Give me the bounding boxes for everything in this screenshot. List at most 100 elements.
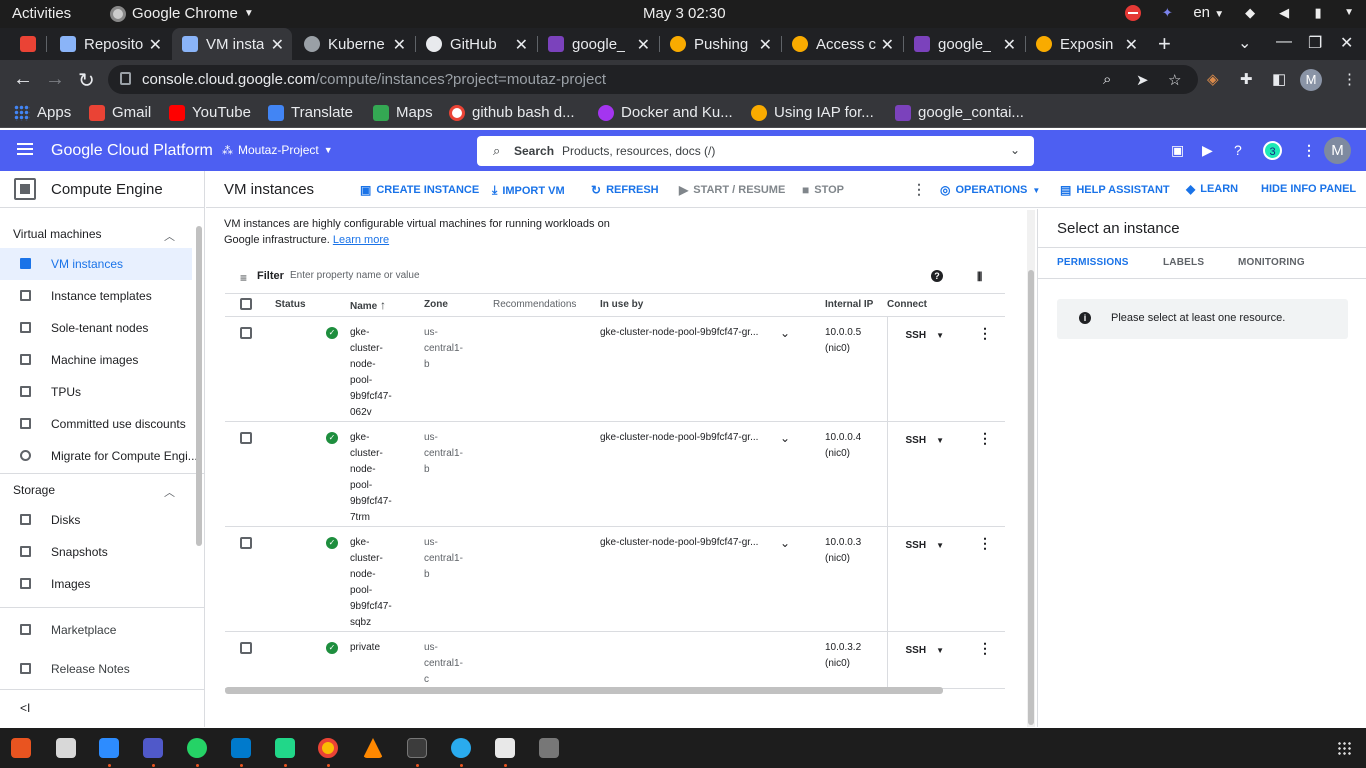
files-icon[interactable]	[56, 738, 76, 758]
import-vm-button[interactable]: ⤓ IMPORT VM	[492, 183, 565, 198]
sidebar-item-sole-tenant-nodes[interactable]: Sole-tenant nodes	[0, 312, 192, 344]
close-icon[interactable]: ✕	[393, 35, 406, 55]
tab-labels[interactable]: LABELS	[1163, 257, 1204, 268]
row-more-vert-icon[interactable]: ⋮	[978, 535, 992, 551]
language-indicator[interactable]: en ▼	[1193, 4, 1224, 21]
tab-repository[interactable]: Reposito ✕	[50, 28, 170, 60]
bookmark-iap[interactable]: Using IAP for...	[751, 104, 874, 121]
table-row[interactable]: ✓ gke-cluster-node-pool- 9b9fcf47- 062v us…	[225, 316, 1005, 422]
bookmark-google-container[interactable]: google_contai...	[895, 104, 1024, 121]
close-icon[interactable]: ✕	[1125, 35, 1138, 55]
close-icon[interactable]: ✕	[515, 35, 528, 55]
chevron-down-icon[interactable]: ⌄	[780, 421, 825, 527]
learn-button[interactable]: ◆ LEARN	[1186, 182, 1238, 196]
table-row[interactable]: ✓ gke-cluster-node-pool- 9b9fcf47- sqbz us…	[225, 526, 1005, 632]
help-assistant-button[interactable]: ▤ HELP ASSISTANT	[1060, 183, 1170, 197]
ssh-dropdown-icon[interactable]: ▼	[936, 541, 944, 550]
bookmark-github-bash[interactable]: github bash d...	[449, 104, 575, 121]
app-menu[interactable]: Google Chrome ▼	[110, 5, 254, 22]
teams-icon[interactable]	[143, 738, 163, 758]
clock[interactable]: May 3 02:30	[643, 5, 726, 22]
tab-google-terraform-1[interactable]: google_ ✕	[538, 28, 658, 60]
sidebar-item-vm-instances[interactable]: VM instances	[0, 248, 192, 280]
bookmark-gmail[interactable]: Gmail	[89, 104, 151, 121]
chevron-up-icon[interactable]: ︿	[164, 484, 175, 500]
tab-kubernetes[interactable]: Kuberne ✕	[294, 28, 414, 60]
column-display-icon[interactable]: ⦀	[977, 270, 982, 285]
gcp-brand[interactable]: Google Cloud Platform	[51, 142, 213, 160]
tab-access[interactable]: Access c ✕	[782, 28, 902, 60]
stop-button[interactable]: ■ STOP	[802, 183, 844, 197]
tab-gmail[interactable]	[10, 28, 46, 60]
section-virtual-machines[interactable]: Virtual machines	[13, 227, 102, 241]
close-icon[interactable]: ✕	[271, 35, 284, 55]
header-zone[interactable]: Zone	[424, 294, 493, 317]
account-avatar[interactable]: M	[1324, 137, 1351, 164]
show-apps-icon[interactable]	[1337, 741, 1351, 755]
help-icon[interactable]: ?	[1234, 142, 1242, 158]
row-checkbox[interactable]	[240, 326, 252, 339]
system-tray[interactable]: ✦ en ▼ ◆ ◀ ▮ ▼	[1125, 4, 1354, 21]
menu-icon[interactable]	[17, 143, 33, 155]
chevron-down-icon[interactable]: ⌄	[1010, 143, 1020, 157]
filter-input[interactable]: Enter property name or value	[290, 270, 420, 281]
close-icon[interactable]: ✕	[149, 35, 162, 55]
more-vert-icon[interactable]: ⋮	[912, 181, 926, 198]
vscode-icon[interactable]	[231, 738, 251, 758]
chevron-down-icon[interactable]: ⌄	[780, 526, 825, 632]
profile-avatar[interactable]: M	[1300, 69, 1322, 91]
bookmark-apps[interactable]: Apps	[14, 104, 71, 121]
ssh-dropdown-icon[interactable]: ▼	[936, 646, 944, 655]
maximize-icon[interactable]: ❐	[1308, 33, 1322, 53]
start-resume-button[interactable]: ▶ START / RESUME	[679, 183, 785, 197]
create-instance-button[interactable]: ▣ CREATE INSTANCE	[360, 183, 479, 197]
sidebar-item-snapshots[interactable]: Snapshots	[0, 536, 192, 568]
row-checkbox[interactable]	[240, 536, 252, 549]
telegram-icon[interactable]	[451, 738, 471, 758]
header-internal-ip[interactable]: Internal IP	[825, 294, 887, 317]
project-selector[interactable]: ⁂ Moutaz-Project ▼	[222, 143, 333, 157]
close-icon[interactable]: ✕	[637, 35, 650, 55]
tab-google-terraform-2[interactable]: google_ ✕	[904, 28, 1024, 60]
row-name-link[interactable]: gke-cluster-node-pool- 9b9fcf47- sqbz	[350, 526, 424, 632]
row-checkbox[interactable]	[240, 431, 252, 444]
software-icon[interactable]	[11, 738, 31, 758]
tab-permissions[interactable]: PERMISSIONS	[1057, 257, 1129, 268]
help-icon[interactable]: ?	[931, 270, 943, 282]
section-storage[interactable]: Storage	[13, 483, 55, 497]
sidebar-scrollbar[interactable]	[196, 226, 202, 546]
bookmark-star-icon[interactable]: ☆	[1168, 71, 1181, 89]
row-name-link[interactable]: private	[350, 631, 424, 689]
writer-icon[interactable]	[495, 738, 515, 758]
extension-icon[interactable]: ◈	[1207, 70, 1219, 88]
activities-button[interactable]: Activities	[12, 5, 71, 22]
row-in-use-by[interactable]: gke-cluster-node-pool-9b9fcf47-gr...	[600, 421, 780, 527]
minimize-icon[interactable]: —	[1276, 33, 1292, 51]
back-arrow-icon[interactable]: ←	[13, 68, 33, 91]
ssh-button[interactable]: SSH	[906, 645, 927, 656]
ssh-dropdown-icon[interactable]: ▼	[936, 331, 944, 340]
select-all-checkbox[interactable]	[240, 298, 252, 311]
ssh-button[interactable]: SSH	[906, 540, 927, 551]
row-more-vert-icon[interactable]: ⋮	[978, 640, 992, 656]
close-window-icon[interactable]: ✕	[1340, 33, 1353, 53]
close-icon[interactable]: ✕	[1003, 35, 1016, 55]
row-in-use-by[interactable]: gke-cluster-node-pool-9b9fcf47-gr...	[600, 526, 780, 632]
table-horizontal-scrollbar[interactable]	[225, 687, 943, 694]
tab-monitoring[interactable]: MONITORING	[1238, 257, 1305, 268]
bookmark-youtube[interactable]: YouTube	[169, 104, 251, 121]
tab-vm-instances[interactable]: VM insta ✕	[172, 28, 292, 60]
tab-github[interactable]: GitHub ✕	[416, 28, 536, 60]
header-status[interactable]: Status	[275, 294, 350, 317]
chevron-up-icon[interactable]: ︿	[164, 228, 175, 244]
filter-bar[interactable]: ≡ Filter Enter property name or value ? …	[225, 262, 1005, 294]
drive-icon[interactable]	[539, 738, 559, 758]
cloud-shell-icon[interactable]: ▶	[1202, 142, 1213, 159]
puzzle-extensions-icon[interactable]: ✚	[1240, 70, 1253, 88]
more-vert-icon[interactable]: ⋮	[1302, 142, 1316, 159]
row-name-link[interactable]: gke-cluster-node-pool- 9b9fcf47- 062v	[350, 316, 424, 422]
learn-more-link[interactable]: Learn more	[333, 234, 389, 246]
refresh-button[interactable]: ↻ REFRESH	[591, 183, 659, 197]
new-tab-button[interactable]: +	[1158, 31, 1171, 57]
sidebar-item-images[interactable]: Images	[0, 568, 192, 600]
